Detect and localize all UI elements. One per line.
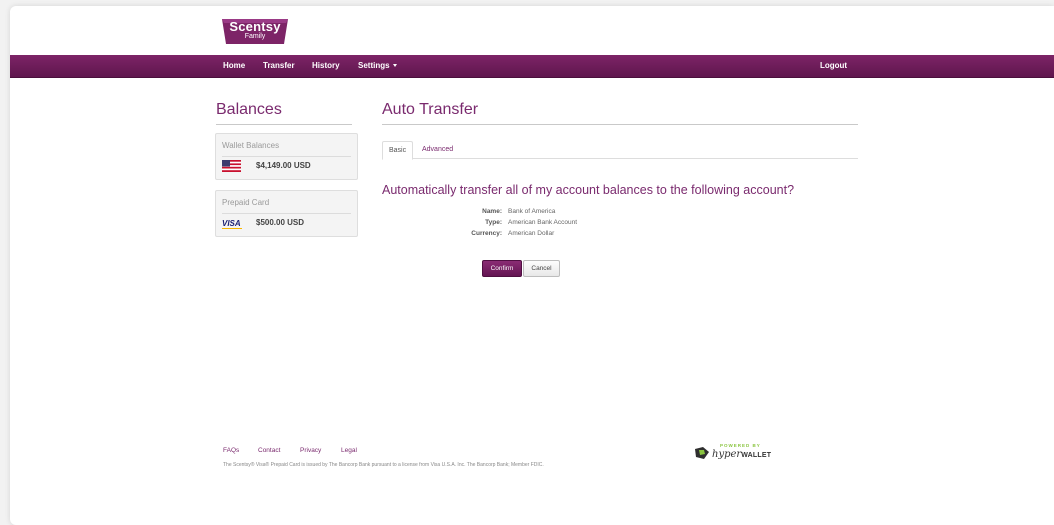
hyperwallet-wordmark: hyperWALLET — [712, 449, 771, 462]
hyperwallet-wallet: WALLET — [741, 452, 772, 459]
visa-icon: VISA — [222, 219, 242, 229]
tab-baseline — [382, 158, 858, 159]
prepaid-card-amount: $500.00 USD — [256, 218, 305, 227]
nav-settings-label: Settings — [358, 61, 390, 70]
footer-link-faqs[interactable]: FAQs — [223, 446, 239, 455]
footer-link-contact[interactable]: Contact — [258, 446, 280, 455]
panel-divider — [222, 213, 351, 214]
balances-heading: Balances — [216, 101, 282, 118]
logo-subtitle: Family — [244, 33, 266, 40]
transfer-question: Automatically transfer all of my account… — [382, 183, 795, 197]
detail-row-currency: Currency: American Dollar — [382, 229, 782, 239]
tab-advanced[interactable]: Advanced — [416, 141, 459, 158]
page-title: Auto Transfer — [382, 101, 479, 118]
wallet-balances-title: Wallet Balances — [222, 141, 280, 150]
footer-link-legal[interactable]: Legal — [341, 446, 357, 455]
confirm-button[interactable]: Confirm — [482, 260, 522, 277]
app-frame: Scentsy Family Home Transfer History Set… — [10, 6, 1054, 525]
logo-name: Scentsy — [229, 19, 281, 34]
hyperwallet-icon — [695, 447, 709, 459]
nav-history[interactable]: History — [312, 60, 340, 72]
balances-divider — [216, 124, 352, 125]
tab-basic[interactable]: Basic — [382, 141, 414, 160]
scentsy-logo[interactable]: Scentsy Family — [220, 17, 290, 47]
prepaid-card-panel: Prepaid Card VISA $500.00 USD — [215, 190, 358, 237]
us-flag-icon — [222, 160, 241, 172]
wallet-balances-panel: Wallet Balances $4,149.00 USD — [215, 133, 358, 180]
main-navbar: Home Transfer History Settings Logout — [10, 55, 1054, 78]
detail-row-name: Name: Bank of America — [382, 207, 782, 217]
detail-label: Type: — [485, 219, 502, 226]
nav-home[interactable]: Home — [223, 60, 245, 72]
footer-link-privacy[interactable]: Privacy — [300, 446, 321, 455]
nav-transfer[interactable]: Transfer — [263, 60, 295, 72]
prepaid-card-title: Prepaid Card — [222, 198, 270, 207]
detail-row-type: Type: American Bank Account — [382, 218, 782, 228]
nav-settings[interactable]: Settings — [358, 60, 397, 72]
detail-label: Name: — [482, 208, 502, 215]
title-divider — [382, 124, 858, 125]
footer-disclaimer: The Scentsy® Visa® Prepaid Card is issue… — [223, 462, 544, 468]
panel-divider — [222, 156, 351, 157]
chevron-down-icon — [392, 64, 397, 68]
wallet-balance-amount: $4,149.00 USD — [256, 161, 311, 170]
detail-label: Currency: — [471, 230, 502, 237]
hyperwallet-hyper: hyper — [712, 449, 742, 460]
detail-value: Bank of America — [508, 208, 556, 215]
detail-value: American Dollar — [508, 230, 555, 237]
hyperwallet-logo[interactable]: POWERED BY hyperWALLET — [694, 443, 780, 465]
detail-value: American Bank Account — [508, 219, 578, 226]
nav-logout[interactable]: Logout — [820, 60, 847, 72]
cancel-button[interactable]: Cancel — [523, 260, 560, 277]
